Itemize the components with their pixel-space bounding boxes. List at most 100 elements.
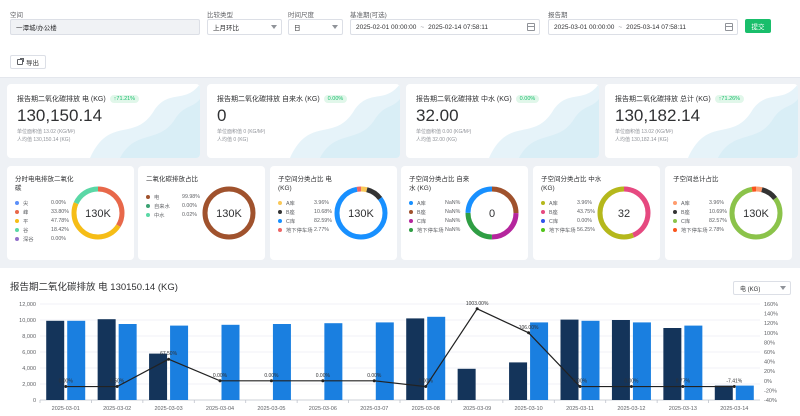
base-end: 2025-02-14 07:58:11 (428, 23, 489, 31)
x-tick-label: 2025-03-09 (463, 406, 491, 412)
time-select[interactable]: 日 (288, 19, 343, 35)
submit-button[interactable]: 提交 (745, 19, 771, 33)
line-point[interactable] (629, 385, 633, 389)
space-label: 空间 (10, 12, 23, 19)
bar[interactable] (324, 323, 343, 400)
line-point[interactable] (218, 379, 222, 383)
legend-item[interactable]: 地下停车场 NaN% (409, 225, 467, 234)
legend-name: A库 (286, 200, 295, 207)
line-point[interactable] (115, 385, 119, 389)
y-right-tick: 80% (764, 340, 775, 346)
line-point[interactable] (527, 331, 531, 335)
pie-card: 子空间分类占比 自来水 (KG) A库 NaN% B座 NaN% C库 NaN% 地下停车场 N… (401, 166, 528, 260)
line-point[interactable] (64, 385, 68, 389)
kpi-title: 报告期二氧化碳排放 电 (KG) ↑71.21% (17, 94, 140, 104)
line-point[interactable] (167, 357, 171, 361)
line-data-label: 106.00% (519, 325, 539, 331)
legend-item[interactable]: 地下停车场 2.78% (673, 225, 731, 234)
legend-item[interactable]: B座 NaN% (409, 207, 467, 216)
y-right-tick: 120% (764, 321, 778, 327)
report-label: 报告期 (548, 12, 568, 19)
legend-item[interactable]: A库 3.96% (278, 198, 336, 207)
kpi-title-text: 报告期二氧化碳排放 中水 (KG) (416, 96, 512, 103)
legend-item[interactable]: 谷 18.42% (15, 225, 73, 234)
legend-item[interactable]: A库 3.96% (541, 198, 599, 207)
kpi-per-area: 单位面积值 0.00 (KG/M²) (416, 129, 472, 135)
bar[interactable] (530, 322, 549, 400)
bar[interactable] (149, 353, 168, 400)
legend-item[interactable]: B座 10.69% (673, 207, 731, 216)
legend-item[interactable]: 地下停车场 56.25% (541, 225, 599, 234)
bar[interactable] (735, 385, 754, 400)
bar[interactable] (632, 322, 651, 400)
legend-name: 自来水 (154, 203, 170, 210)
time-label: 时间尺度 (288, 12, 314, 19)
legend-name: 地下停车场 (549, 227, 576, 234)
legend-item[interactable]: 中水 0.02% (146, 210, 204, 219)
legend-item[interactable]: 电 99.98% (146, 192, 204, 201)
line-data-label: 0.00% (59, 379, 74, 385)
legend-item[interactable]: 地下停车场 2.77% (278, 225, 336, 234)
line-point[interactable] (732, 385, 736, 389)
bar[interactable] (118, 324, 137, 400)
legend-item[interactable]: 深谷 0.00% (15, 234, 73, 243)
bar[interactable] (684, 325, 703, 400)
bar[interactable] (46, 320, 65, 400)
legend-item[interactable]: A库 NaN% (409, 198, 467, 207)
legend-item[interactable]: A库 3.96% (673, 198, 731, 207)
line-point[interactable] (321, 379, 325, 383)
legend-item[interactable]: 平 47.78% (15, 216, 73, 225)
legend-item[interactable]: C库 NaN% (409, 216, 467, 225)
legend-item[interactable]: C库 82.59% (278, 216, 336, 225)
bar[interactable] (221, 324, 240, 400)
bar[interactable] (714, 385, 733, 400)
bar[interactable] (97, 319, 116, 400)
legend-item[interactable]: B座 43.75% (541, 207, 599, 216)
y-right-tick: 60% (764, 350, 775, 356)
legend-item[interactable]: 自来水 0.00% (146, 201, 204, 210)
report-date-range[interactable]: 2025-03-01 00:00:00 ~ 2025-03-14 07:58:1… (548, 19, 738, 35)
bar[interactable] (457, 368, 476, 400)
bar[interactable] (427, 316, 446, 400)
line-point[interactable] (424, 385, 428, 389)
legend-swatch (15, 209, 19, 214)
kpi-per-capita: 人均值 130,182.14 (KG) (615, 137, 669, 143)
line-point[interactable] (475, 307, 479, 311)
line-point[interactable] (681, 385, 685, 389)
bar[interactable] (272, 324, 291, 400)
line-point[interactable] (578, 385, 582, 389)
compare-select[interactable]: 上月环比 (207, 19, 282, 35)
bar[interactable] (611, 320, 630, 400)
line-point[interactable] (372, 379, 376, 383)
line-point[interactable] (269, 379, 273, 383)
legend-item[interactable]: C库 82.57% (673, 216, 731, 225)
bar[interactable] (67, 320, 86, 400)
bar[interactable] (509, 362, 528, 400)
bar[interactable] (663, 328, 682, 400)
line-data-label: 0.00% (624, 379, 639, 385)
legend-name: 地下停车场 (417, 227, 444, 234)
bar[interactable] (560, 319, 579, 400)
y-right-tick: 20% (764, 369, 775, 375)
legend-swatch (541, 227, 545, 232)
export-button[interactable]: 导出 (10, 55, 46, 69)
y-left-tick: 2,000 (22, 382, 36, 388)
bar[interactable] (581, 320, 600, 400)
energy-type-select[interactable]: 电 (KG) (733, 281, 791, 295)
legend-item[interactable]: 峰 33.80% (15, 207, 73, 216)
bar[interactable] (406, 318, 425, 400)
legend-item[interactable]: 尖 0.00% (15, 198, 73, 207)
space-select[interactable]: 一潭城/办公楼 (10, 19, 200, 35)
legend-item[interactable]: B座 10.68% (278, 207, 336, 216)
y-right-tick: 160% (764, 302, 778, 308)
kpi-title: 报告期二氧化碳排放 中水 (KG) 0.00% (416, 94, 540, 104)
line-data-label: 0.00% (573, 379, 588, 385)
legend-item[interactable]: C库 0.00% (541, 216, 599, 225)
chevron-down-icon (332, 25, 338, 29)
y-right-tick: -40% (764, 398, 777, 404)
x-tick-label: 2025-03-13 (669, 406, 697, 412)
line-data-label: 0.00% (367, 373, 382, 379)
base-date-range[interactable]: 2025-02-01 00:00:00 ~ 2025-02-14 07:58:1… (350, 19, 540, 35)
bar[interactable] (375, 322, 394, 400)
bar[interactable] (170, 325, 189, 400)
